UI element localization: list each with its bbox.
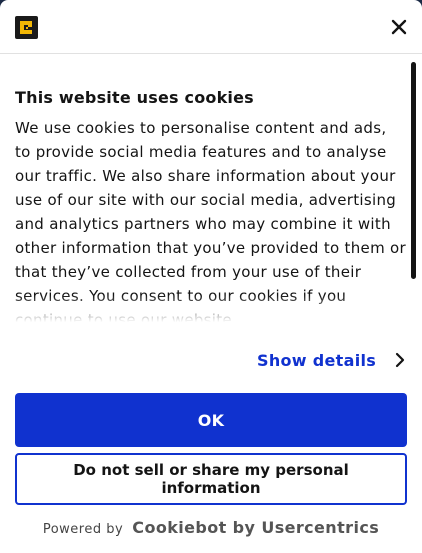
ok-button-label: OK xyxy=(197,410,225,430)
powered-by-text: Powered by xyxy=(42,522,124,537)
dialog-header xyxy=(0,0,422,54)
ok-button[interactable]: OK xyxy=(15,393,407,447)
do-not-sell-button-label: Do not sell or share my personal informa… xyxy=(73,461,349,497)
close-icon[interactable] xyxy=(388,16,410,38)
cookie-consent-dialog: This website uses cookies We use cookies… xyxy=(0,0,422,553)
dialog-title: This website uses cookies xyxy=(15,88,254,107)
show-details-link[interactable]: Show details xyxy=(257,349,406,371)
consent-content[interactable]: This website uses cookies We use cookies… xyxy=(0,55,422,327)
chevron-right-icon xyxy=(396,352,405,368)
do-not-sell-button[interactable]: Do not sell or share my personal informa… xyxy=(15,453,407,505)
cookiebot-brand[interactable]: Cookiebot by Usercentrics xyxy=(132,518,379,537)
content-fade-overlay xyxy=(0,295,422,327)
show-details-label: Show details xyxy=(257,350,377,370)
brand-logo-icon xyxy=(15,16,38,39)
content-scrollbar[interactable] xyxy=(411,62,416,279)
powered-by-footer: Powered by Cookiebot by Usercentrics xyxy=(0,518,422,537)
